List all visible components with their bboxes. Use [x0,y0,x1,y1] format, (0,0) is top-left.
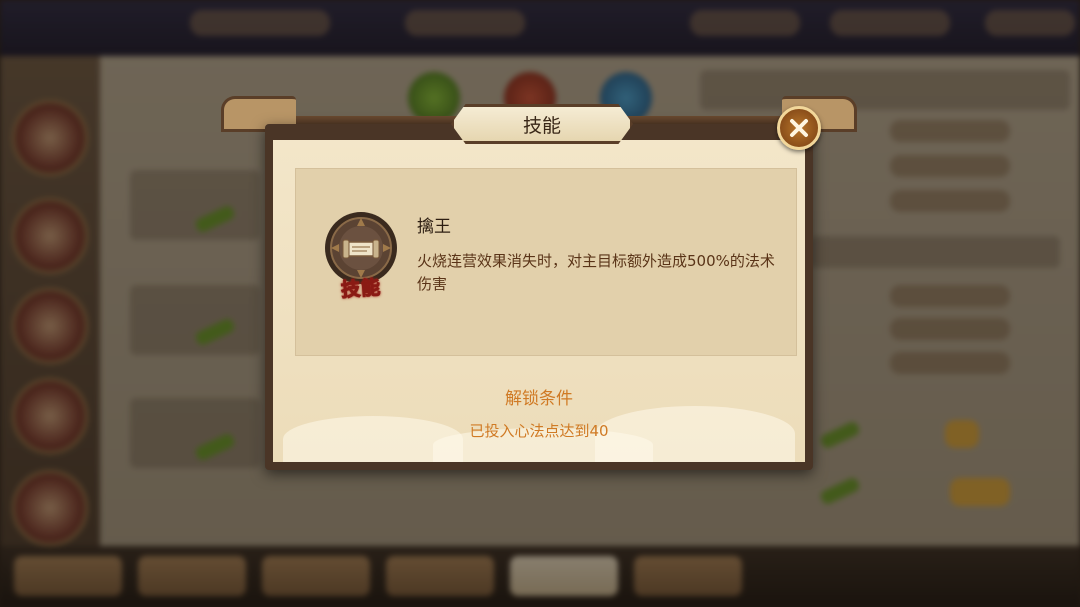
unlock-title: 解锁条件 [505,389,573,409]
dialog-title: 技能 [451,104,633,144]
close-button[interactable] [777,106,821,150]
unlock-condition: 已投入心法点达到40 [469,422,609,440]
close-x-icon [790,119,808,137]
dialog-title-text: 技能 [522,114,561,137]
dialog-body: 技能 擒王 火烧连营效果消失时，对主目标额外造成500%的法术伤害 解锁条件 已… [273,140,805,462]
skill-dialog: 技能 擒王 火烧连营效果消失时，对主目标额外造成500%的法术伤害 解锁条件 已… [221,96,857,470]
skill-description: 火烧连营效果消失时，对主目标额外造成500%的法术伤害 [417,252,775,293]
skill-name: 擒王 [417,217,451,237]
skill-badge: 技能 [340,276,382,302]
